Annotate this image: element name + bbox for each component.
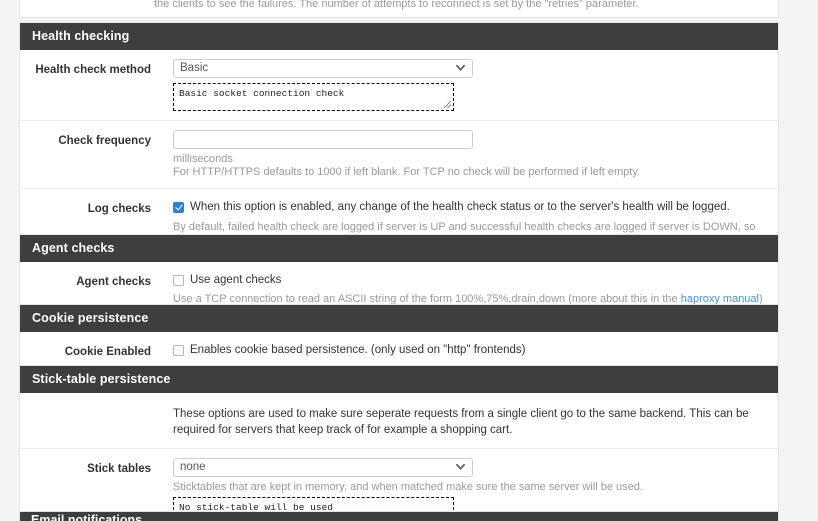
label-check-frequency: Check frequency bbox=[58, 135, 151, 147]
stick-table-description: These options are used to make sure sepe… bbox=[173, 408, 749, 436]
health-check-method-note-box[interactable]: Basic socket connection check bbox=[173, 83, 454, 111]
health-check-method-select[interactable]: Basic bbox=[173, 59, 473, 78]
control-health-check-method: Basic Basic socket connection check bbox=[151, 59, 778, 111]
log-checks-checkbox-line[interactable]: When this option is enabled, any change … bbox=[173, 198, 766, 215]
page-root: the clients to see the failures. The num… bbox=[0, 0, 818, 521]
health-check-method-note-text: Basic socket connection check bbox=[179, 88, 345, 99]
select-wrap-health-check-method: Basic bbox=[173, 59, 473, 78]
label-agent-checks: Agent checks bbox=[76, 276, 151, 288]
previous-section-fragment: the clients to see the failures. The num… bbox=[19, 0, 779, 18]
check-frequency-input[interactable] bbox=[173, 130, 473, 149]
label-stick-tables: Stick tables bbox=[87, 463, 151, 475]
panel-title-stick-table-persistence: Stick-table persistence bbox=[20, 366, 778, 393]
label-cookie-enabled: Cookie Enabled bbox=[64, 346, 151, 358]
panel-title-agent-checks: Agent checks bbox=[20, 235, 778, 262]
next-section-fragment: Email notifications bbox=[19, 511, 779, 521]
row-health-check-method: Health check method Basic Basic socket c… bbox=[20, 50, 778, 121]
control-agent-checks: Use agent checks Use a TCP connection to… bbox=[151, 271, 778, 306]
check-frequency-help: For HTTP/HTTPS defaults to 1000 if left … bbox=[173, 166, 641, 178]
log-checks-checkbox-label: When this option is enabled, any change … bbox=[190, 201, 730, 213]
panel-title-health-checking: Health checking bbox=[20, 23, 778, 50]
row-stick-table-description: . These options are used to make sure se… bbox=[20, 393, 778, 449]
label-log-checks: Log checks bbox=[87, 203, 151, 215]
agent-checks-checkbox[interactable] bbox=[173, 275, 184, 286]
panel-health-checking: Health checking Health check method Basi… bbox=[19, 22, 779, 257]
control-stick-table-description: These options are used to make sure sepe… bbox=[151, 406, 778, 438]
stick-tables-help: Sticktables that are kept in memory, and… bbox=[173, 481, 643, 493]
control-cookie-enabled: Enables cookie based persistence. (only … bbox=[151, 341, 778, 358]
cookie-enabled-checkbox-label: Enables cookie based persistence. (only … bbox=[190, 344, 526, 356]
agent-checks-checkbox-label: Use agent checks bbox=[190, 274, 282, 286]
panel-body-health-checking: Health check method Basic Basic socket c… bbox=[20, 50, 778, 256]
previous-section-help-text: the clients to see the failures. The num… bbox=[154, 0, 639, 10]
panel-title-email-notifications: Email notifications bbox=[31, 513, 143, 521]
panel-title-cookie-persistence: Cookie persistence bbox=[20, 305, 778, 332]
row-check-frequency: Check frequency milliseconds For HTTP/HT… bbox=[20, 121, 778, 189]
panel-body-stick-table-persistence: . These options are used to make sure se… bbox=[20, 393, 778, 521]
check-frequency-units: milliseconds bbox=[173, 153, 233, 165]
cookie-enabled-checkbox-line[interactable]: Enables cookie based persistence. (only … bbox=[173, 341, 766, 358]
resize-grip-icon[interactable] bbox=[443, 100, 452, 109]
panel-cookie-persistence: Cookie persistence Cookie Enabled Enable… bbox=[19, 304, 779, 371]
panel-stick-table-persistence: Stick-table persistence . These options … bbox=[19, 365, 779, 521]
agent-checks-checkbox-line[interactable]: Use agent checks bbox=[173, 271, 766, 288]
label-health-check-method: Health check method bbox=[35, 64, 151, 76]
stick-tables-select[interactable]: none bbox=[173, 458, 473, 477]
control-check-frequency: milliseconds For HTTP/HTTPS defaults to … bbox=[151, 130, 778, 179]
select-wrap-stick-tables: none bbox=[173, 458, 473, 477]
cookie-enabled-checkbox[interactable] bbox=[173, 345, 184, 356]
log-checks-checkbox[interactable] bbox=[173, 202, 184, 213]
